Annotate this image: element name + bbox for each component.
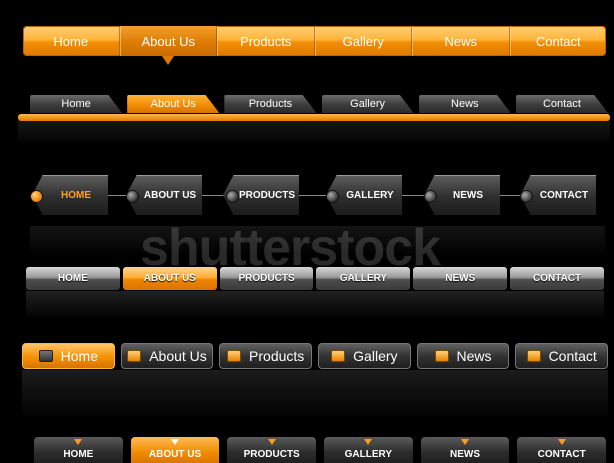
bead-icon — [126, 190, 139, 203]
bead-icon — [226, 190, 239, 203]
button-contact[interactable]: Contact — [515, 343, 609, 369]
arrow-down-icon — [557, 439, 566, 445]
button-home[interactable]: Home — [22, 343, 115, 369]
nav-item-home[interactable]: Home — [23, 26, 120, 56]
arrow-down-icon — [171, 439, 179, 445]
nav-bar-bottom-tabs: HOME ABOUT US PRODUCTS GALLERY NEWS CONT… — [34, 437, 607, 463]
tab-label: ABOUT US — [148, 449, 202, 460]
arrow-down-icon — [267, 439, 276, 445]
square-icon — [526, 350, 541, 362]
reflection — [18, 121, 610, 145]
nav-bar-slanted-tabs: Home About Us Products Gallery News Cont… — [30, 95, 609, 115]
button-news[interactable]: News — [416, 343, 510, 369]
button-label: Products — [249, 348, 305, 364]
button-home[interactable]: HOME — [26, 267, 120, 290]
button-contact[interactable]: CONTACT — [510, 267, 604, 290]
button-label: News — [456, 348, 492, 364]
square-icon — [38, 350, 53, 362]
tag-label: HOME — [61, 189, 91, 201]
tab-news[interactable]: News — [418, 95, 511, 113]
tab-products[interactable]: PRODUCTS — [227, 437, 317, 463]
reflection — [26, 291, 604, 319]
bead-icon — [520, 190, 533, 203]
square-icon — [127, 350, 142, 362]
button-label: Contact — [548, 348, 597, 364]
nav-item-about-us[interactable]: About Us — [119, 26, 217, 65]
button-label: About Us — [149, 348, 207, 364]
button-gallery[interactable]: Gallery — [318, 343, 411, 369]
tab-news[interactable]: NEWS — [420, 437, 510, 463]
arrow-down-icon — [364, 439, 373, 445]
tab-label: PRODUCTS — [243, 449, 300, 460]
arrow-down-icon — [74, 439, 83, 445]
button-news[interactable]: NEWS — [413, 267, 508, 290]
nav-item-news[interactable]: News — [412, 26, 510, 56]
nav-bar-glossy-orange: Home About Us Products Gallery News Cont… — [23, 26, 607, 65]
tag-label: NEWS — [453, 189, 483, 201]
button-gallery[interactable]: GALLERY — [316, 267, 411, 290]
button-products[interactable]: Products — [219, 343, 313, 369]
button-label: Home — [60, 348, 99, 364]
bead-icon — [30, 190, 43, 203]
tab-contact[interactable]: Contact — [515, 95, 609, 113]
tab-label: CONTACT — [537, 449, 586, 460]
tag-label: GALLERY — [346, 189, 394, 201]
tab-home[interactable]: HOME — [34, 437, 123, 463]
square-icon — [227, 350, 242, 362]
bead-icon — [424, 190, 437, 203]
tab-about-us[interactable]: About Us — [127, 95, 220, 113]
tab-products[interactable]: Products — [224, 95, 317, 113]
button-about-us[interactable]: About Us — [120, 343, 214, 369]
nav-item-products[interactable]: Products — [217, 26, 315, 56]
tab-underline-bar — [18, 114, 610, 121]
tab-label: HOME — [63, 449, 94, 460]
tab-contact[interactable]: CONTACT — [517, 437, 607, 463]
reflection — [22, 370, 608, 420]
active-pointer-icon — [162, 56, 175, 65]
tab-label: GALLERY — [344, 449, 393, 460]
tab-gallery[interactable]: Gallery — [321, 95, 414, 113]
nav-bar-tags: HOME ABOUT US PRODUCTS GALLERY NEWS CONT… — [0, 170, 614, 226]
tag-label: CONTACT — [539, 189, 589, 201]
nav-bar-silver: HOME ABOUT US PRODUCTS GALLERY NEWS CONT… — [26, 267, 604, 290]
button-label: Gallery — [353, 348, 398, 364]
nav-item-contact[interactable]: Contact — [509, 26, 607, 56]
tag-label: ABOUT US — [143, 189, 197, 201]
tab-home[interactable]: Home — [30, 95, 123, 113]
reflection — [30, 226, 605, 256]
nav-item-label: About Us — [141, 33, 195, 49]
tab-about-us[interactable]: ABOUT US — [130, 437, 220, 463]
nav-bar-rounded: Home About Us Products Gallery News Cont… — [22, 343, 609, 369]
nav-item-gallery[interactable]: Gallery — [314, 26, 412, 56]
button-about-us[interactable]: ABOUT US — [122, 267, 217, 290]
tag-home[interactable]: HOME — [32, 175, 108, 215]
tab-label: NEWS — [450, 449, 481, 460]
square-icon — [331, 350, 346, 362]
square-icon — [434, 350, 449, 362]
tab-gallery[interactable]: GALLERY — [324, 437, 413, 463]
button-products[interactable]: PRODUCTS — [219, 267, 314, 290]
arrow-down-icon — [461, 439, 470, 445]
bead-icon — [326, 190, 339, 203]
connector-line — [36, 195, 596, 196]
